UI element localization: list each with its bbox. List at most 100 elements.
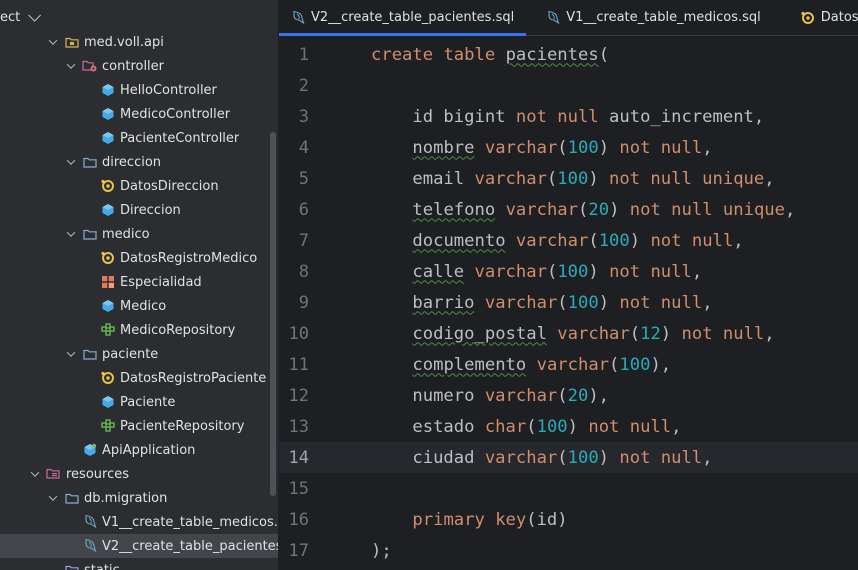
code-line[interactable]: 6 telefono varchar(20) not null unique, <box>279 194 858 225</box>
tree-item[interactable]: static <box>0 558 278 570</box>
code-text: nombre varchar(100) not null, <box>371 137 712 158</box>
sql-keyword: not null unique <box>629 199 785 220</box>
chevron-down-icon[interactable] <box>64 222 78 246</box>
tree-item[interactable]: PacienteController <box>0 126 278 150</box>
tree-item[interactable]: Paciente <box>0 390 278 414</box>
tree-item[interactable]: MedicoRepository <box>0 318 278 342</box>
code-line[interactable]: 3 id bigint not null auto_increment, <box>279 101 858 132</box>
folder-gear-icon <box>82 58 98 74</box>
folder-icon <box>64 490 80 506</box>
record-icon <box>801 11 815 25</box>
tree-item[interactable]: Especialidad <box>0 270 278 294</box>
tree-arrow-spacer <box>64 510 78 534</box>
sql-token: auto_increment, <box>598 106 765 127</box>
tree-item[interactable]: Direccion <box>0 198 278 222</box>
tree-item[interactable]: Medico <box>0 294 278 318</box>
tree-item[interactable]: paciente <box>0 342 278 366</box>
chevron-down-icon[interactable] <box>64 342 78 366</box>
sql-keyword: varchar <box>536 354 610 375</box>
tree-arrow-spacer <box>82 246 96 270</box>
sql-keyword: varchar <box>484 137 558 158</box>
tree-item[interactable]: MedicoController <box>0 102 278 126</box>
editor-tab[interactable]: V2__create_table_pacientes.sql <box>279 0 527 36</box>
code-line[interactable]: 7 documento varchar(100) not null, <box>279 225 858 256</box>
tree-item[interactable]: medico <box>0 222 278 246</box>
chevron-down-icon[interactable] <box>28 9 42 22</box>
code-text: estado char(100) not null, <box>371 417 681 437</box>
sql-token: ) <box>660 323 682 344</box>
spring-class-icon <box>82 442 98 458</box>
tree-item[interactable]: resources <box>0 462 278 486</box>
chevron-down-icon[interactable] <box>64 54 78 78</box>
code-line[interactable]: 2 <box>279 70 858 101</box>
sql-token: ) <box>629 230 651 251</box>
tree-item[interactable]: PacienteRepository <box>0 414 278 438</box>
project-title: ect <box>0 10 21 25</box>
tree-item-label: PacienteRepository <box>120 418 245 434</box>
sql-token: , <box>784 199 796 220</box>
sql-token: ( <box>557 447 568 468</box>
code-line[interactable]: 4 nombre varchar(100) not null, <box>279 132 858 163</box>
code-text: ciudad varchar(100) not null, <box>371 447 712 468</box>
tree-arrow-spacer <box>46 558 60 570</box>
sql-keyword: varchar <box>474 261 547 282</box>
tree-item[interactable]: DatosRegistroPaciente <box>0 366 278 390</box>
chevron-down-icon[interactable] <box>46 30 60 54</box>
tree-arrow-spacer <box>82 198 96 222</box>
chevron-down-icon[interactable] <box>46 486 60 510</box>
tree-item-label: medico <box>102 226 150 242</box>
sql-keyword: not null <box>619 447 703 468</box>
code-line[interactable]: 15 <box>279 473 858 504</box>
record-icon <box>100 250 116 266</box>
tree-item[interactable]: ApiApplication <box>0 438 278 462</box>
sql-token: , <box>733 230 744 251</box>
code-line[interactable]: 12 numero varchar(20), <box>279 380 858 411</box>
tree-item[interactable]: db.migration <box>0 486 278 510</box>
code-line[interactable]: 13 estado char(100) not null, <box>279 411 858 442</box>
code-line[interactable]: 17); <box>279 535 858 566</box>
code-line[interactable]: 5 email varchar(100) not null unique, <box>279 163 858 194</box>
editor-panel: V2__create_table_pacientes.sql V1__create… <box>279 0 858 570</box>
sql-token: ) <box>609 199 630 220</box>
tree-item[interactable]: controller <box>0 54 278 78</box>
code-line[interactable]: 16 primary key(id) <box>279 504 858 535</box>
code-line[interactable]: 8 calle varchar(100) not null, <box>279 256 858 287</box>
tree-arrow-spacer <box>82 126 96 150</box>
sql-keyword: table <box>443 44 496 65</box>
record-icon <box>100 178 116 194</box>
code-line[interactable]: 11 complemento varchar(100), <box>279 349 858 380</box>
tree-item[interactable]: V2__create_table_pacientes.sql <box>0 534 278 558</box>
sql-token: ) <box>598 137 620 158</box>
tree-item-label: Paciente <box>120 394 176 410</box>
tree-arrow-spacer <box>82 366 96 390</box>
sql-token: documento <box>412 230 506 251</box>
sql-keyword: varchar <box>505 199 578 220</box>
tree-item[interactable]: DatosDireccion <box>0 174 278 198</box>
tree-item-label: paciente <box>102 346 159 362</box>
tree-arrow-spacer <box>82 102 96 126</box>
chevron-down-icon[interactable] <box>28 462 42 486</box>
tree-item-label: db.migration <box>84 490 168 506</box>
editor-tab[interactable]: V1__create_table_medicos.sql <box>526 0 773 35</box>
code-line[interactable]: 9 barrio varchar(100) not null, <box>279 287 858 318</box>
code-line[interactable]: 14 ciudad varchar(100) not null, <box>279 442 858 473</box>
tree-item[interactable]: DatosRegistroMedico <box>0 246 278 270</box>
code-line[interactable]: 10 codigo_postal varchar(12) not null, <box>279 318 858 349</box>
line-number: 3 <box>298 106 309 127</box>
tree-item[interactable]: med.voll.api <box>0 30 278 54</box>
resources-folder-icon <box>46 466 62 482</box>
line-number: 14 <box>288 447 309 468</box>
sql-keyword: varchar <box>484 447 558 468</box>
chevron-down-icon[interactable] <box>64 150 78 174</box>
code-line[interactable]: 1 create table pacientes( <box>279 39 858 70</box>
editor-tab[interactable]: DatosR <box>773 0 858 35</box>
tree-item[interactable]: HelloController <box>0 78 278 102</box>
sql-token: ( <box>557 385 568 406</box>
sql-keyword: create <box>371 44 434 65</box>
tree-item[interactable]: direccion <box>0 150 278 174</box>
tree-item[interactable]: V1__create_table_medicos.sql <box>0 510 278 534</box>
tree-scrollbar[interactable] <box>270 132 276 496</box>
